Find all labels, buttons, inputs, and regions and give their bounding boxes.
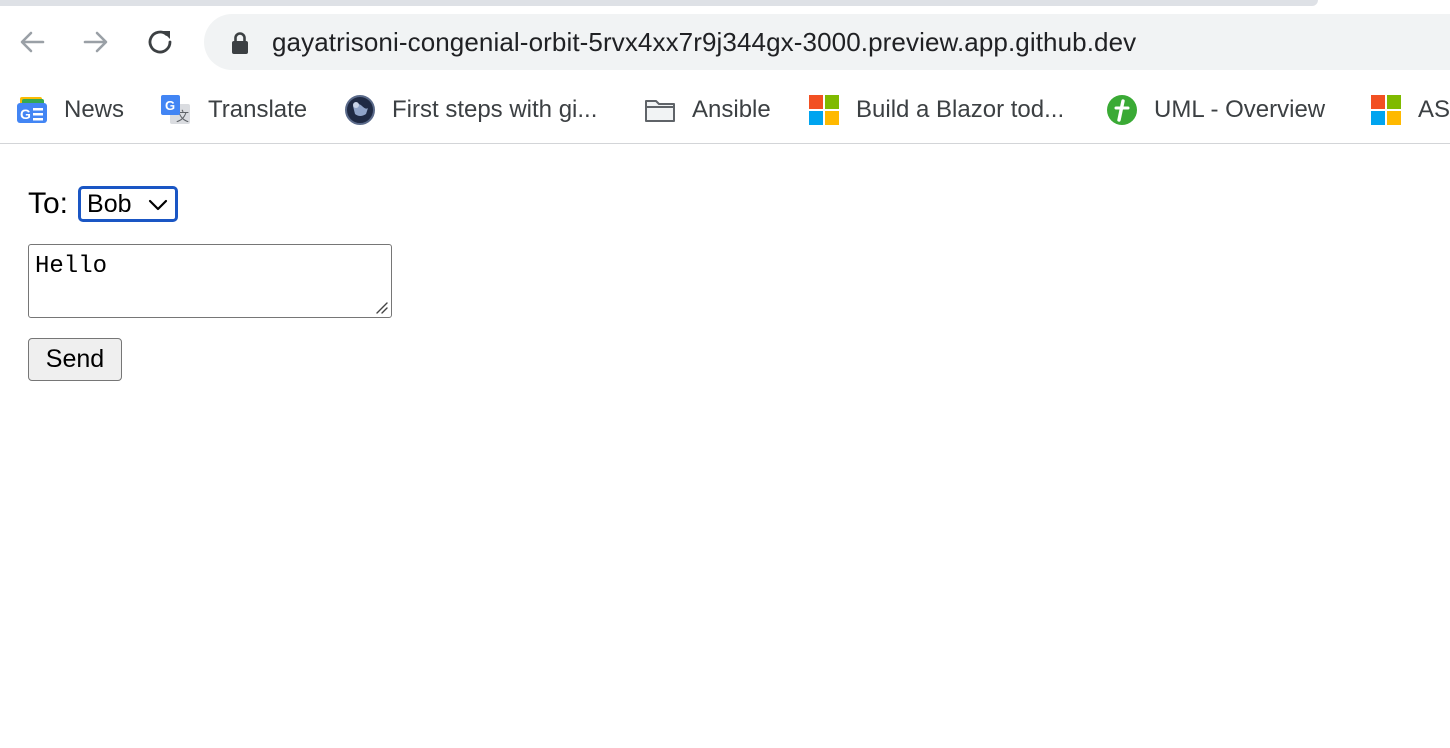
bookmark-news[interactable]: G News [16, 92, 124, 128]
forward-button[interactable] [76, 22, 116, 62]
folder-icon [644, 94, 676, 126]
reload-button[interactable] [140, 22, 180, 62]
globe-icon [344, 94, 376, 126]
address-bar[interactable]: gayatrisoni-congenial-orbit-5rvx4xx7r9j3… [204, 14, 1450, 70]
back-button[interactable] [12, 22, 52, 62]
google-news-icon: G [16, 94, 48, 126]
to-label: To: [28, 187, 69, 220]
bookmark-translate[interactable]: 文 G Translate [160, 92, 307, 128]
message-text: Hello [35, 253, 108, 280]
bookmark-label: Ansible [692, 96, 771, 123]
back-arrow-icon [20, 31, 45, 53]
lock-icon [232, 32, 248, 54]
microsoft-logo-icon [1370, 94, 1402, 126]
bookmark-label: UML - Overview [1154, 96, 1326, 123]
message-textarea[interactable]: Hello [28, 244, 392, 318]
svg-text:G: G [165, 98, 175, 113]
forward-arrow-icon [83, 31, 108, 53]
send-button[interactable]: Send [28, 338, 122, 381]
recipient-row: To: Bob [28, 186, 179, 222]
chevron-down-icon [148, 199, 168, 211]
bookmark-first-steps[interactable]: First steps with gi... [344, 92, 597, 128]
svg-text:G: G [20, 106, 31, 122]
tab-strip [0, 0, 1318, 6]
url-text: gayatrisoni-congenial-orbit-5rvx4xx7r9j3… [272, 27, 1137, 57]
recipient-select[interactable]: Bob [78, 186, 179, 222]
bookmark-label: AS [1418, 96, 1450, 123]
bookmark-label: Translate [208, 96, 308, 123]
google-translate-icon: 文 G [160, 94, 192, 126]
browser-chrome: gayatrisoni-congenial-orbit-5rvx4xx7r9j3… [0, 0, 1450, 144]
bookmark-label: News [64, 96, 125, 123]
bookmark-label: First steps with gi... [392, 96, 598, 123]
page-content: To: Bob Hello Send [0, 144, 1450, 748]
bookmark-as[interactable]: AS [1370, 92, 1450, 128]
reload-icon [148, 30, 172, 54]
microsoft-logo-icon [808, 94, 840, 126]
bookmark-blazor[interactable]: Build a Blazor tod... [808, 92, 1064, 128]
green-circle-logo-icon [1106, 94, 1138, 126]
resize-grip-icon[interactable] [373, 299, 389, 315]
bookmark-label: Build a Blazor tod... [856, 96, 1065, 123]
recipient-value: Bob [87, 189, 132, 218]
bookmark-uml[interactable]: UML - Overview [1106, 92, 1325, 128]
bookmarks-bar: G News 文 G Translate First steps with gi… [0, 84, 1450, 136]
bookmark-ansible[interactable]: Ansible [644, 92, 771, 128]
